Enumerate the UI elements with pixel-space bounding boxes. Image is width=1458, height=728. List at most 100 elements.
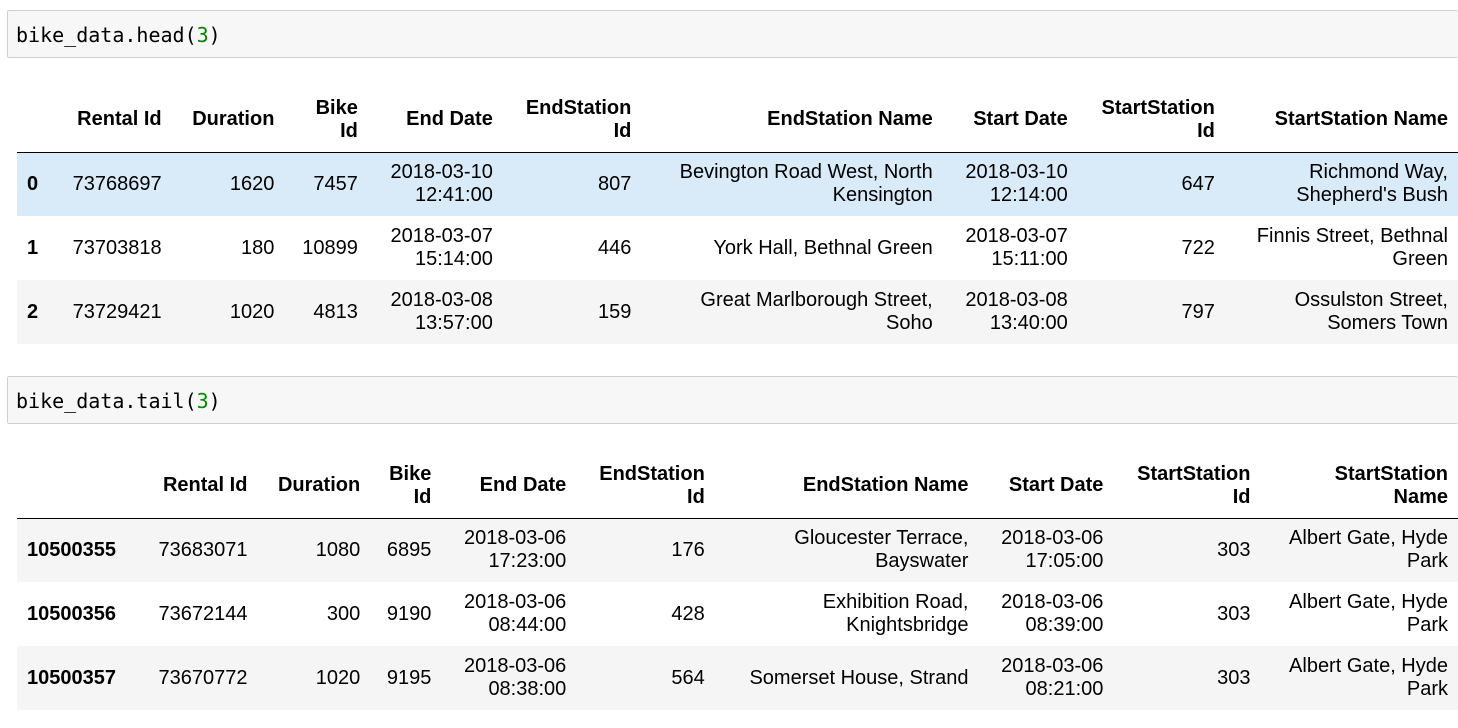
cell-text: 2018-03-08 — [965, 289, 1068, 311]
duration-cell: 180 — [172, 216, 285, 280]
table-row: 2 73729421 1020 4813 2018-03-08 13:57:00 159 Gr… — [17, 280, 1458, 344]
cell-text: 2018-03-06 — [1001, 655, 1104, 677]
cell-text: 13:57:00 — [414, 312, 493, 334]
code-cell-head[interactable]: bike_data.head(3) — [7, 10, 1458, 58]
start-station-name-cell: Albert Gate, Hyde Park — [1260, 518, 1458, 582]
cell-text: 13:40:00 — [989, 312, 1068, 334]
column-header: StartStation Id — [1078, 88, 1225, 152]
cell-text: 722 — [1181, 236, 1215, 259]
cell-text: Somerset House, Strand — [749, 666, 969, 689]
cell-text: 15:14:00 — [414, 248, 493, 270]
cell-text: 9190 — [386, 602, 432, 625]
cell-text: Shepherd's Bush — [1296, 184, 1448, 207]
column-header-label: Rental Id — [77, 108, 162, 131]
start-station-id-cell: 303 — [1113, 518, 1260, 582]
cell-text: 2018-03-06 — [463, 591, 567, 613]
column-header-label: Start Date — [973, 108, 1068, 131]
column-header: EndStation Id — [503, 88, 642, 152]
cell-text: 73670772 — [158, 666, 248, 689]
index-header — [17, 88, 51, 152]
duration-cell: 300 — [257, 582, 370, 646]
cell-text: 08:21:00 — [1025, 678, 1104, 700]
rental-id-cell: 73683071 — [137, 518, 257, 582]
table-row: 0 73768697 1620 7457 2018-03-10 12:41:00 807 Be… — [17, 152, 1458, 216]
cell-text: 08:38:00 — [488, 678, 567, 700]
column-header: End Date — [368, 88, 503, 152]
column-header-label: StartStation — [1137, 462, 1251, 485]
bike-id-cell: 9195 — [370, 646, 441, 710]
cell-text: 807 — [597, 172, 632, 195]
column-header-label: Id — [687, 485, 705, 508]
end-date-cell: 2018-03-10 12:41:00 — [368, 152, 503, 216]
start-date-cell: 2018-03-07 15:11:00 — [943, 216, 1078, 280]
cell-text: 6895 — [386, 538, 432, 561]
cell-text: 12:41:00 — [414, 184, 493, 207]
rental-id-cell: 73672144 — [137, 582, 257, 646]
cell-text: York Hall, Bethnal Green — [713, 236, 933, 259]
cell-text: 303 — [1217, 538, 1251, 561]
column-header-label: Rental Id — [162, 474, 248, 497]
cell-text: 303 — [1217, 602, 1251, 625]
end-date-cell: 2018-03-06 17:23:00 — [441, 518, 576, 582]
column-header: Bike Id — [284, 88, 367, 152]
end-date-cell: 2018-03-07 15:14:00 — [368, 216, 503, 280]
column-header: StartStation Name — [1260, 454, 1458, 518]
row-index: 0 — [27, 172, 39, 195]
cell-text: Kensington — [832, 184, 933, 207]
end-station-id-cell: 446 — [503, 216, 642, 280]
cell-text: 2018-03-06 — [1001, 591, 1104, 613]
row-index: 1 — [27, 236, 39, 259]
cell-text: Exhibition Road, — [822, 591, 969, 613]
start-station-id-cell: 647 — [1078, 152, 1225, 216]
start-station-name-cell: Richmond Way, Shepherd's Bush — [1225, 152, 1458, 216]
column-header-label: EndStation — [525, 96, 632, 119]
cell-text: Park — [1406, 614, 1448, 636]
code-text: bike_data.tail( — [16, 389, 197, 413]
column-header-label: Id — [340, 119, 358, 142]
cell-text: Albert Gate, Hyde — [1289, 655, 1448, 677]
cell-text: 428 — [671, 602, 705, 625]
start-station-name-cell: Albert Gate, Hyde Park — [1260, 582, 1458, 646]
cell-text: 2018-03-06 — [463, 655, 567, 677]
end-station-name-cell: Gloucester Terrace, Bayswater — [715, 518, 979, 582]
duration-cell: 1020 — [257, 646, 370, 710]
table-row: 10500356 73672144 300 9190 2018-03-06 08:44:0… — [17, 582, 1458, 646]
column-header: End Date — [441, 454, 576, 518]
row-index: 10500355 — [27, 538, 116, 561]
duration-cell: 1080 — [257, 518, 370, 582]
column-header-label: End Date — [479, 474, 567, 497]
column-header-label: StartStation — [1334, 462, 1448, 485]
start-station-name-cell: Finnis Street, Bethnal Green — [1225, 216, 1458, 280]
cell-text: Albert Gate, Hyde — [1289, 591, 1448, 613]
cell-text: 08:39:00 — [1025, 614, 1104, 636]
code-cell-tail[interactable]: bike_data.tail(3) — [7, 376, 1458, 424]
cell-text: Great Marlborough Street, — [700, 289, 933, 311]
cell-text: Albert Gate, Hyde — [1289, 527, 1448, 550]
cell-text: 2018-03-07 — [965, 225, 1068, 247]
dataframe-head-table: Rental Id Duration Bike Id End Date EndStatio… — [17, 88, 1458, 344]
start-date-cell: 2018-03-08 13:40:00 — [943, 280, 1078, 344]
start-station-id-cell: 303 — [1113, 582, 1260, 646]
cell-text: 2018-03-08 — [390, 289, 493, 311]
cell-text: 300 — [326, 602, 361, 625]
cell-text: Park — [1406, 550, 1448, 573]
column-header: Duration — [172, 88, 285, 152]
column-header-label: EndStation Name — [802, 474, 969, 497]
cell-text: 73729421 — [72, 300, 162, 323]
end-date-cell: 2018-03-06 08:44:00 — [441, 582, 576, 646]
cell-text: 1080 — [315, 538, 361, 561]
cell-text: 180 — [241, 236, 275, 259]
rental-id-cell: 73729421 — [51, 280, 171, 344]
header-row: Rental Id Duration Bike Id End Date EndStatio… — [17, 88, 1458, 152]
start-date-cell: 2018-03-06 08:39:00 — [978, 582, 1113, 646]
cell-text: 7457 — [313, 172, 358, 195]
dataframe-tail-table: Rental Id Duration Bike Id End Date EndStatio… — [17, 454, 1458, 710]
row-index: 10500357 — [27, 666, 116, 689]
cell-text: Bayswater — [875, 550, 969, 573]
cell-text: 564 — [671, 666, 705, 689]
cell-text: 446 — [597, 236, 632, 259]
column-header-label: EndStation Name — [767, 108, 933, 131]
end-date-cell: 2018-03-06 08:38:00 — [441, 646, 576, 710]
cell-text: 1020 — [229, 300, 275, 323]
rental-id-cell: 73670772 — [137, 646, 257, 710]
